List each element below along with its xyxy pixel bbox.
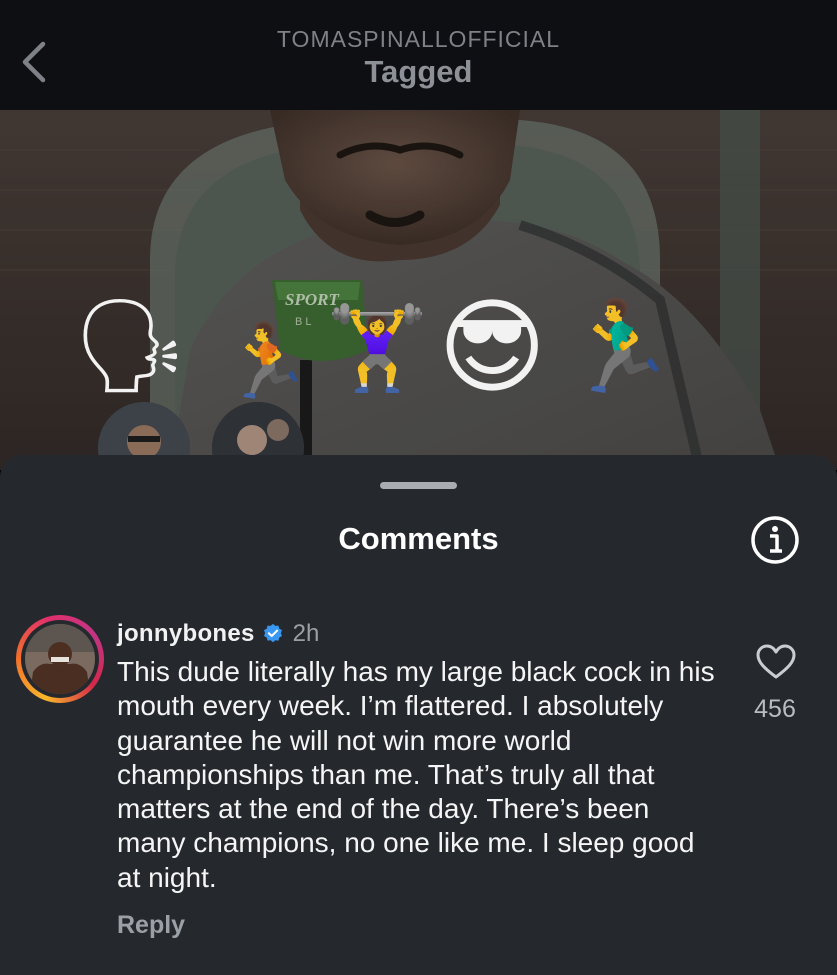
commenter-avatar[interactable] [16,615,104,703]
account-name[interactable]: TOMASPINALLOFFICIAL [0,26,837,53]
sheet-drag-handle[interactable] [380,482,457,489]
sunglasses-face-sticker[interactable]: 😎 [438,296,546,400]
running-person-sticker[interactable]: 🏃 [222,326,312,398]
info-circle-icon [751,516,799,564]
top-bar: TOMASPINALLOFFICIAL Tagged [0,0,837,110]
like-count: 456 [754,695,796,723]
comments-sheet: Comments jonnybones 2h This dude literal [0,455,837,975]
sheet-title: Comments [338,521,499,556]
heart-icon [756,644,796,679]
info-button[interactable] [749,514,801,566]
weightlifter-sticker[interactable]: 🏋️‍♀️ [326,308,428,390]
verified-badge-icon [263,623,282,643]
comment-text: This dude literally has my large black c… [117,656,715,893]
speaking-head-sticker[interactable]: 🗣 [72,300,189,392]
comment-username[interactable]: jonnybones [117,620,255,648]
commenter-photo [25,624,95,694]
comment-header: jonnybones 2h [117,617,319,651]
like-button[interactable] [756,644,796,680]
page-title: Tagged [364,54,473,89]
post-photo[interactable]: SPORT BL 🗣 🏃 🏋️‍♀️ 😎 🏃‍♂️ [0,110,837,470]
running-man-sticker[interactable]: 🏃‍♂️ [564,302,676,392]
reply-button[interactable]: Reply [117,911,185,940]
comment-timestamp: 2h [292,620,320,647]
